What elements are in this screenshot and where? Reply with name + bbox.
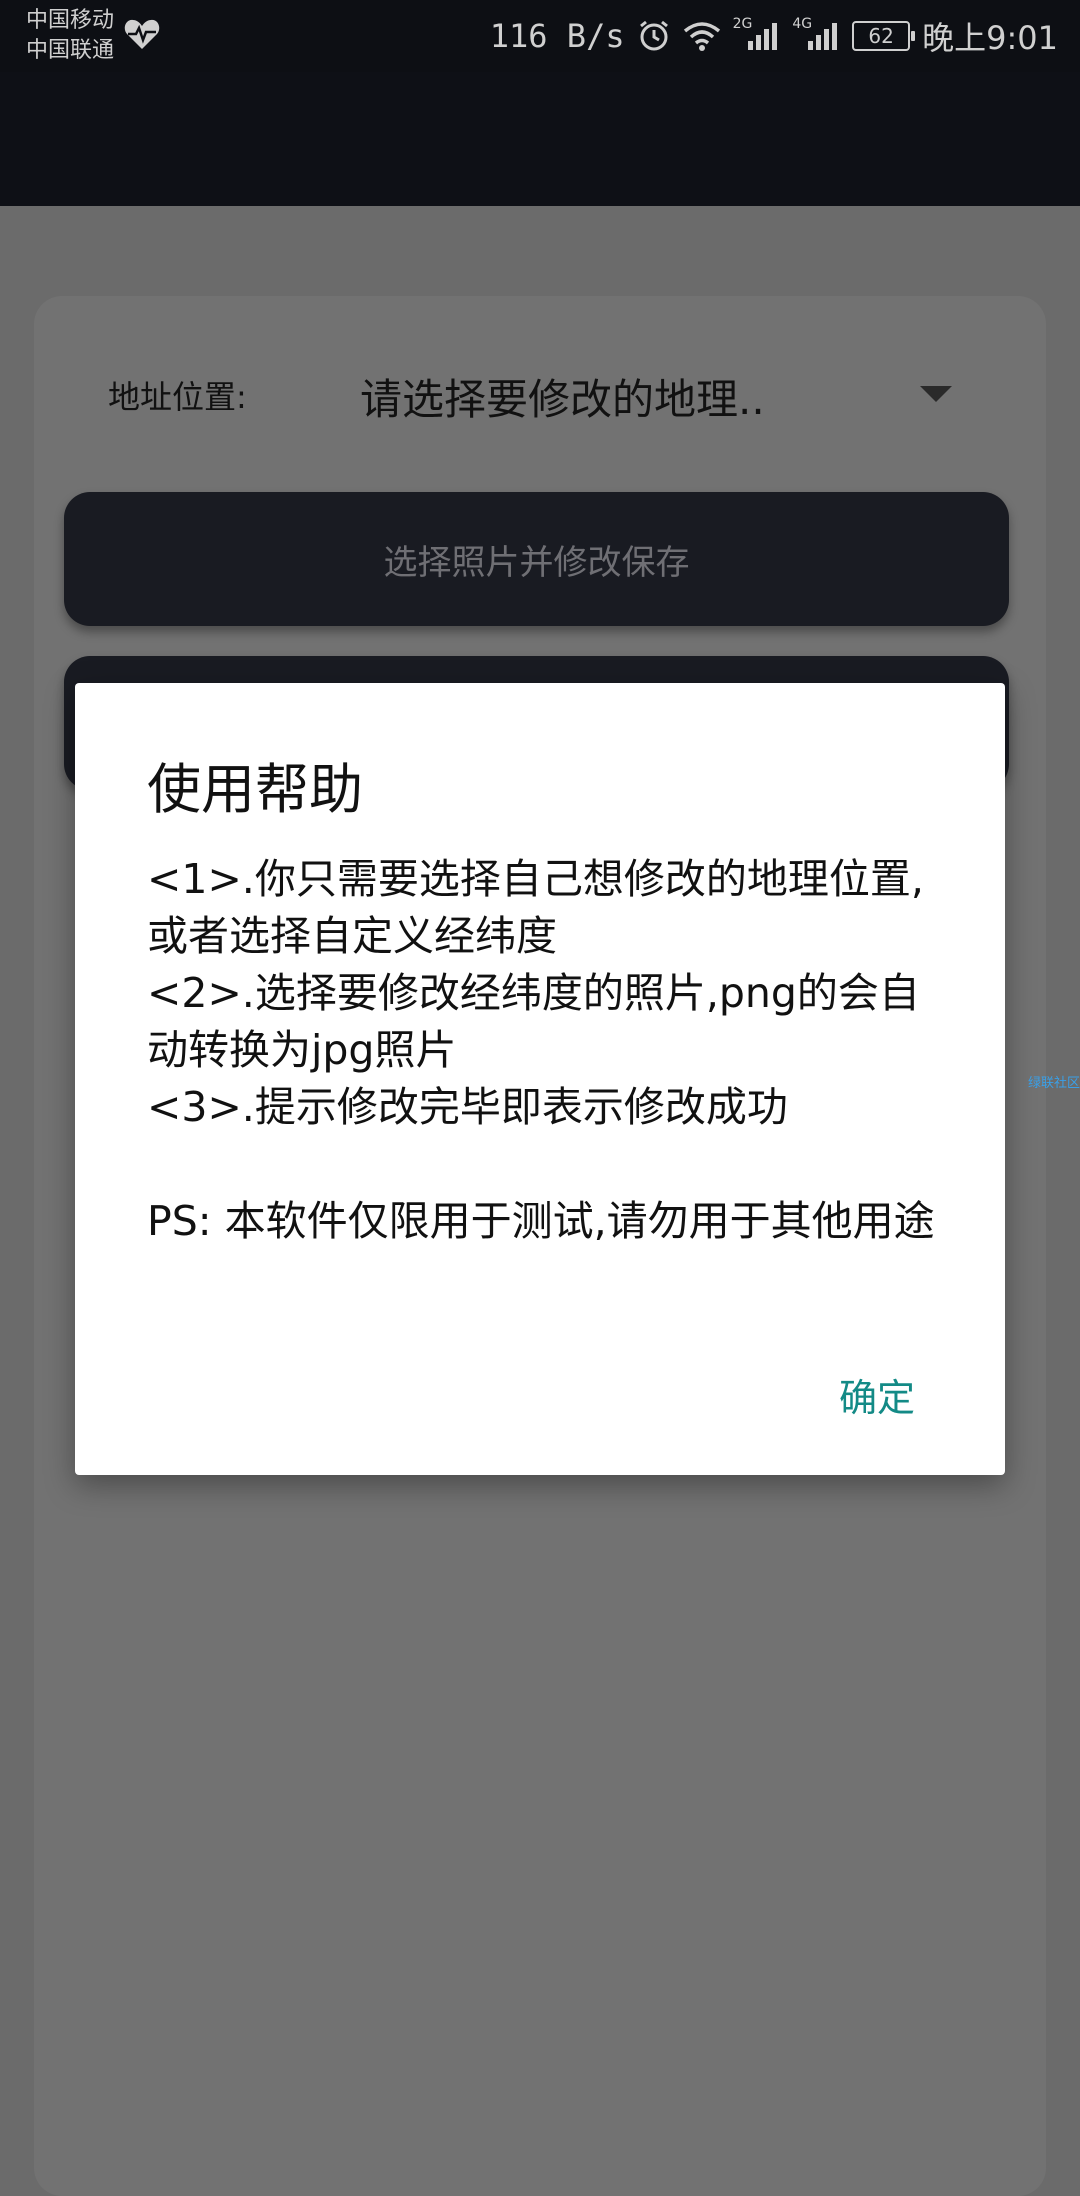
help-dialog: 使用帮助 <1>.你只需要选择自己想修改的地理位置,或者选择自定义经纬度 <2>…	[75, 683, 1005, 1475]
address-dropdown[interactable]: 请选择要修改的地理..	[360, 366, 765, 427]
help-line-1: <1>.你只需要选择自己想修改的地理位置,或者选择自定义经纬度	[147, 855, 924, 960]
dropdown-arrow-icon[interactable]	[920, 386, 952, 402]
address-label: 地址位置:	[108, 378, 247, 416]
confirm-button[interactable]: 确定	[839, 1367, 915, 1422]
status-bar: 中国移动 中国联通 116 B/s 2G 4G 62 晚上9:01	[0, 0, 1080, 72]
help-line-2: <2>.选择要修改经纬度的照片,png的会自动转换为jpg照片	[147, 969, 920, 1074]
status-right: 116 B/s 2G 4G 62 晚上9:01	[490, 0, 1058, 72]
select-photo-button[interactable]: 选择照片并修改保存	[64, 492, 1009, 626]
signal-2g-icon: 2G	[733, 16, 781, 51]
signal-4g-icon: 4G	[792, 16, 840, 51]
app-bar	[0, 72, 1080, 206]
help-line-3: <3>.提示修改完毕即表示修改成功	[147, 1083, 788, 1131]
wifi-icon	[683, 21, 721, 51]
carrier-2: 中国联通	[26, 38, 115, 63]
dialog-title: 使用帮助	[147, 758, 363, 821]
watermark: 绿联社区	[1027, 1076, 1080, 1091]
carrier-names: 中国移动 中国联通	[26, 6, 114, 66]
clock: 晚上9:01	[922, 19, 1058, 57]
battery-icon: 62	[852, 21, 916, 51]
dialog-message: <1>.你只需要选择自己想修改的地理位置,或者选择自定义经纬度 <2>.选择要修…	[147, 851, 947, 1250]
health-heart-icon	[124, 19, 160, 49]
alarm-icon	[637, 19, 671, 53]
carrier-1: 中国移动	[26, 8, 115, 33]
battery-level: 62	[868, 24, 894, 48]
help-ps-note: PS: 本软件仅限用于测试,请勿用于其他用途	[147, 1197, 935, 1245]
net-speed: 116 B/s	[489, 17, 625, 55]
